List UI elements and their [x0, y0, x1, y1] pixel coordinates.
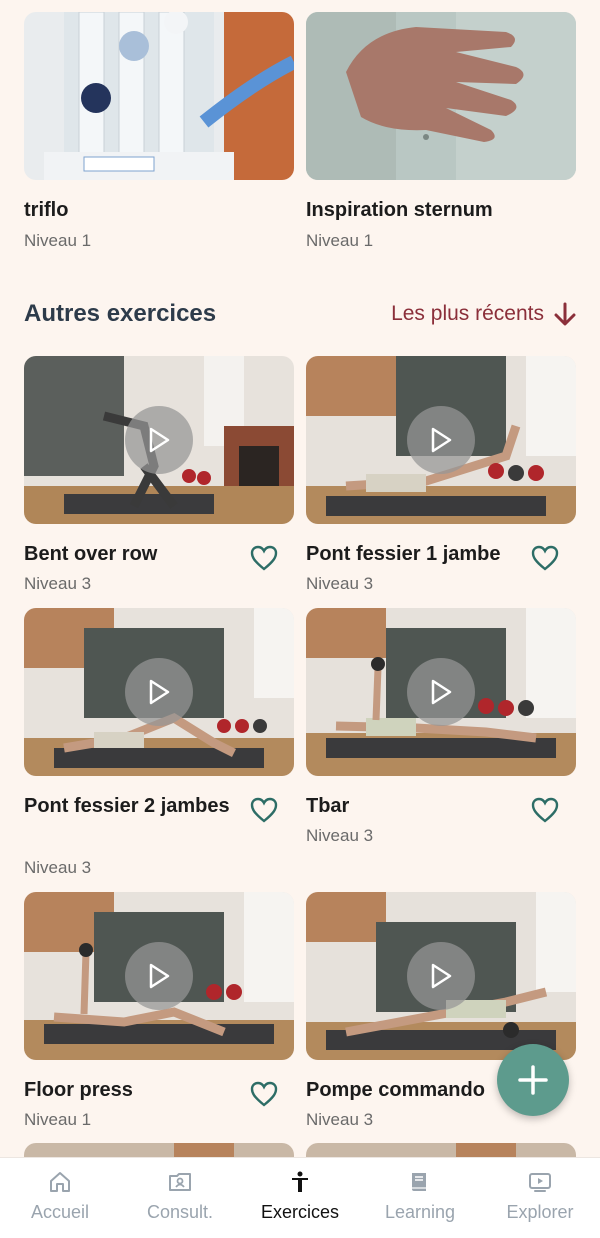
exercise-thumbnail[interactable] [306, 608, 576, 776]
card-title[interactable]: Bent over row [24, 538, 157, 570]
add-button[interactable] [497, 1044, 569, 1116]
heart-icon[interactable] [250, 545, 278, 571]
exercise-thumbnail[interactable] [24, 608, 294, 776]
play-icon [149, 427, 170, 453]
heart-icon[interactable] [531, 797, 559, 823]
tab-label: Explorer [506, 1202, 574, 1222]
card-title[interactable]: Floor press [24, 1074, 133, 1106]
card-level: Niveau 3 [306, 1110, 374, 1129]
card-title[interactable]: triflo [24, 194, 68, 226]
book-icon [412, 1173, 426, 1191]
plus-icon [518, 1065, 548, 1095]
play-icon [431, 427, 452, 453]
home-icon [50, 1172, 70, 1192]
play-icon [431, 679, 452, 705]
play-icon [431, 963, 452, 989]
arrow-down-icon [554, 302, 576, 326]
inspiration-sternum-thumbnail[interactable] [306, 12, 576, 180]
card-title[interactable]: Inspiration sternum [306, 194, 493, 226]
sort-label: Les plus récents [391, 302, 544, 325]
play-icon [149, 679, 170, 705]
play-button[interactable] [407, 942, 475, 1010]
exercise-thumbnail[interactable] [306, 356, 576, 524]
exercise-thumbnail[interactable] [306, 892, 576, 1060]
play-button[interactable] [125, 942, 193, 1010]
tab-learning[interactable]: Learning [360, 1158, 480, 1238]
card-level: Niveau 1 [24, 1110, 92, 1129]
play-icon [149, 963, 170, 989]
heart-icon[interactable] [531, 545, 559, 571]
card-title[interactable]: Pompe commando [306, 1074, 485, 1106]
play-button[interactable] [407, 658, 475, 726]
video-icon [529, 1173, 551, 1192]
tab-explorer[interactable]: Explorer [480, 1158, 600, 1238]
card-level: Niveau 3 [306, 574, 374, 593]
card-title[interactable]: Pont fessier 2 jambes [24, 790, 234, 822]
card-title[interactable]: Pont fessier 1 jambe [306, 538, 501, 570]
tab-consult[interactable]: Consult. [120, 1158, 240, 1238]
card-level: Niveau 1 [24, 231, 92, 250]
play-button[interactable] [125, 406, 193, 474]
sort-button[interactable]: Les plus récents [391, 302, 576, 326]
section-title: Autres exercices [24, 300, 217, 327]
card-level: Niveau 3 [24, 858, 92, 877]
card-level: Niveau 3 [24, 574, 92, 593]
exercise-thumbnail[interactable] [24, 1143, 294, 1157]
heart-icon[interactable] [250, 1081, 278, 1107]
card-level: Niveau 1 [306, 231, 374, 250]
exercise-thumbnail[interactable] [24, 892, 294, 1060]
tab-label: Accueil [30, 1202, 90, 1222]
heart-icon[interactable] [250, 797, 278, 823]
tab-label: Exercices [260, 1202, 340, 1222]
card-level: Niveau 3 [306, 826, 374, 845]
play-button[interactable] [407, 406, 475, 474]
exercise-thumbnail[interactable] [24, 356, 294, 524]
play-button[interactable] [125, 658, 193, 726]
tab-accueil[interactable]: Accueil [0, 1158, 120, 1238]
triflo-thumbnail[interactable] [24, 12, 294, 180]
bottom-tab-bar: Accueil Consult. Exercices Learning Expl… [0, 1157, 600, 1238]
tab-label: Learning [384, 1202, 456, 1222]
tab-label: Consult. [146, 1202, 214, 1222]
exercise-thumbnail[interactable] [306, 1143, 576, 1157]
exercise-icon [292, 1171, 308, 1192]
card-title[interactable]: Tbar [306, 790, 349, 822]
tab-exercices[interactable]: Exercices [240, 1158, 360, 1238]
consult-icon [169, 1173, 191, 1191]
